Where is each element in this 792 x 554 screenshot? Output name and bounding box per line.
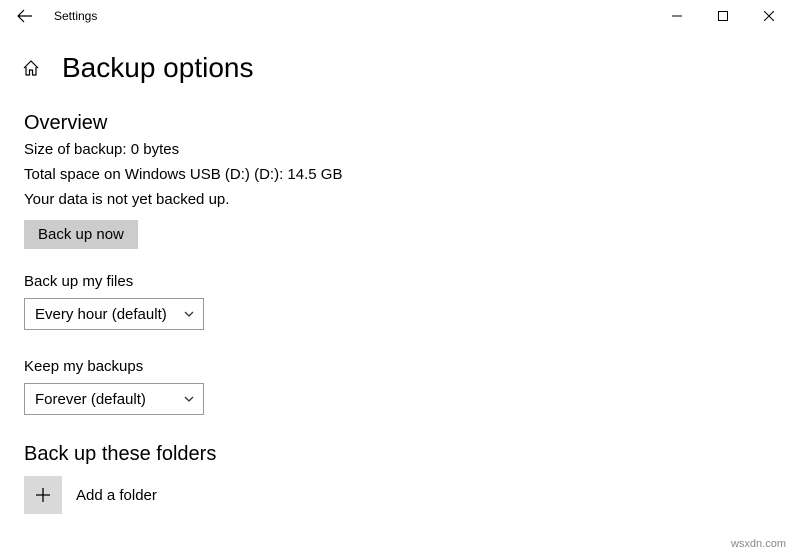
maximize-icon (718, 11, 728, 21)
retention-label: Keep my backups (24, 358, 768, 375)
overview-heading: Overview (24, 112, 768, 135)
backup-status-text: Your data is not yet backed up. (24, 191, 768, 208)
close-icon (764, 11, 774, 21)
backup-now-button[interactable]: Back up now (24, 220, 138, 249)
home-button[interactable] (22, 59, 40, 77)
frequency-dropdown[interactable]: Every hour (default) (24, 298, 204, 330)
folders-heading: Back up these folders (24, 443, 768, 466)
retention-value: Forever (default) (35, 391, 146, 408)
retention-dropdown[interactable]: Forever (default) (24, 383, 204, 415)
close-button[interactable] (746, 0, 792, 32)
backup-size-text: Size of backup: 0 bytes (24, 141, 768, 158)
minimize-icon (672, 11, 682, 21)
back-button[interactable] (8, 0, 42, 32)
arrow-left-icon (17, 8, 33, 24)
home-icon (22, 59, 40, 77)
add-folder-label: Add a folder (76, 487, 157, 504)
watermark: wsxdn.com (731, 538, 786, 550)
minimize-button[interactable] (654, 0, 700, 32)
add-folder-button[interactable] (24, 476, 62, 514)
plus-icon (34, 486, 52, 504)
maximize-button[interactable] (700, 0, 746, 32)
page-title: Backup options (62, 52, 253, 84)
app-title: Settings (54, 9, 97, 23)
frequency-label: Back up my files (24, 273, 768, 290)
chevron-down-icon (183, 393, 195, 405)
total-space-text: Total space on Windows USB (D:) (D:): 14… (24, 166, 768, 183)
frequency-value: Every hour (default) (35, 306, 167, 323)
chevron-down-icon (183, 308, 195, 320)
